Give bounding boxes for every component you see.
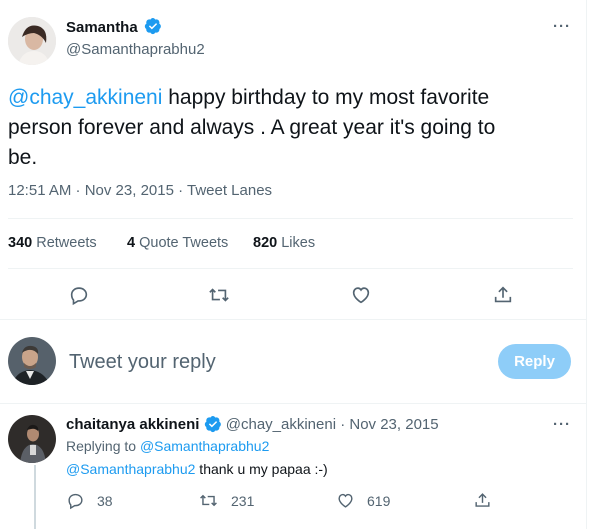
replying-to-link[interactable]: @Samanthaprabhu2 [140, 438, 269, 454]
quote-tweets-stat[interactable]: 4 Quote Tweets [127, 235, 228, 251]
replying-to-prefix: Replying to [66, 438, 140, 454]
reply-button[interactable]: Reply [498, 344, 571, 379]
likes-label: Likes [281, 235, 316, 251]
reply-like-action[interactable]: 619 [336, 491, 390, 510]
divider [0, 319, 587, 320]
reply-icon [68, 493, 83, 510]
likes-count: 820 [253, 235, 278, 251]
author-name-row: Samantha [66, 18, 162, 37]
like-count: 619 [367, 492, 391, 509]
divider [8, 268, 573, 269]
thread-line [34, 465, 36, 529]
reply-header: chaitanya akkineni @chay_akkineni · Nov … [66, 415, 439, 434]
like-icon[interactable] [350, 284, 372, 306]
retweet-icon [200, 494, 217, 507]
reply-text: thank u my papaa :-) [195, 461, 328, 477]
more-icon[interactable]: ··· [553, 416, 571, 433]
divider [8, 218, 573, 219]
share-icon[interactable] [473, 491, 492, 510]
tweet-body: @chay_akkineni happy birthday to my most… [8, 83, 578, 173]
retweet-icon[interactable] [207, 284, 231, 306]
like-icon [338, 493, 353, 508]
tweet-text-line1: happy birthday to my most favorite [162, 86, 490, 109]
verified-badge-icon [144, 18, 162, 35]
author-handle[interactable]: @Samanthaprabhu2 [66, 41, 205, 58]
replying-to: Replying to @Samanthaprabhu2 [66, 438, 269, 454]
share-icon[interactable] [492, 284, 514, 306]
reply-author-handle-date[interactable]: @chay_akkineni · Nov 23, 2015 [226, 416, 439, 433]
retweets-label: Retweets [36, 235, 97, 251]
retweet-count: 231 [231, 492, 255, 509]
tweet-text-line2: person forever and always . A great year… [8, 116, 496, 139]
reply-author-name[interactable]: chaitanya akkineni [66, 416, 199, 433]
reply-reply-action[interactable]: 38 [66, 491, 113, 510]
tweet-timestamp[interactable]: 12:51 AM · Nov 23, 2015 · Tweet Lanes [8, 182, 272, 199]
reply-input[interactable]: Tweet your reply [69, 351, 216, 374]
author-avatar[interactable] [8, 17, 56, 65]
reply-body: @Samanthaprabhu2 thank u my papaa :-) [66, 461, 328, 477]
divider [0, 403, 587, 404]
reply-count: 38 [97, 492, 113, 509]
current-user-avatar[interactable] [8, 337, 56, 385]
more-icon[interactable]: ··· [553, 18, 571, 35]
retweets-stat[interactable]: 340 Retweets [8, 235, 97, 251]
quote-count: 4 [127, 235, 136, 251]
quote-label: Quote Tweets [139, 235, 229, 251]
reply-author-avatar[interactable] [8, 415, 56, 463]
retweets-count: 340 [8, 235, 33, 251]
reply-mention-link[interactable]: @Samanthaprabhu2 [66, 461, 195, 477]
tweet-thread: Samantha @Samanthaprabhu2 ··· @chay_akki… [0, 0, 587, 529]
tweet-text-line3: be. [8, 146, 38, 169]
author-name[interactable]: Samantha [66, 19, 138, 36]
likes-stat[interactable]: 820 Likes [253, 235, 315, 251]
reply-retweet-action[interactable]: 231 [198, 491, 254, 510]
reply-icon[interactable] [68, 284, 90, 306]
tweet-mention-link[interactable]: @chay_akkineni [8, 86, 162, 109]
verified-badge-icon [204, 415, 221, 432]
